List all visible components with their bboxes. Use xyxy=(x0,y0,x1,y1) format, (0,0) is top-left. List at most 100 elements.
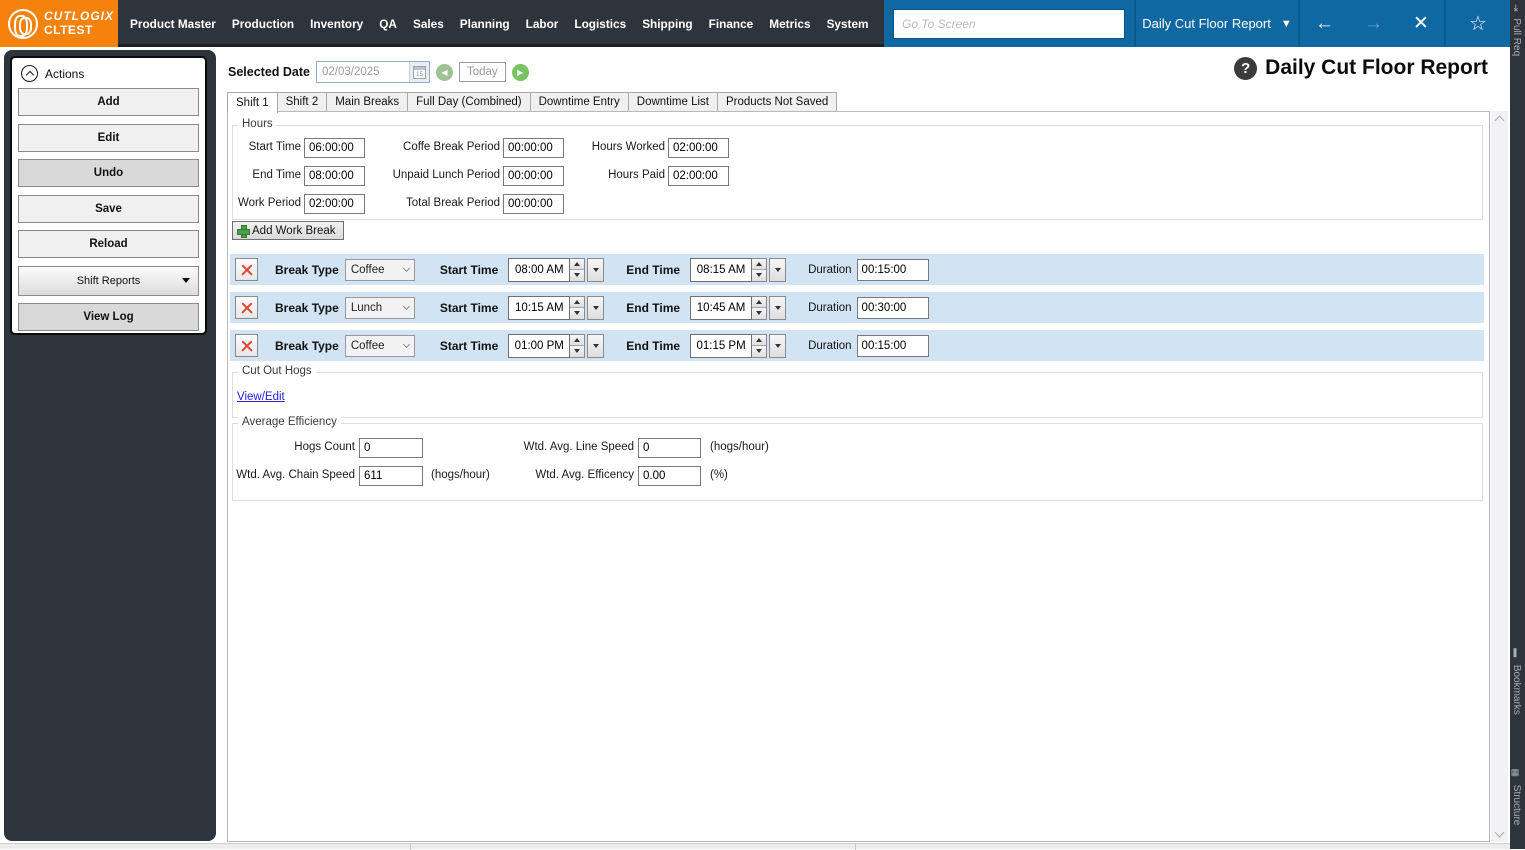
calendar-button[interactable]: 15 xyxy=(409,62,429,82)
time-dropdown-button[interactable] xyxy=(587,258,604,282)
save-button[interactable]: Save xyxy=(18,195,199,223)
add-work-break-button[interactable]: Add Work Break xyxy=(232,221,344,240)
chain-speed-input[interactable] xyxy=(359,466,423,486)
menu-production[interactable]: Production xyxy=(224,17,302,31)
break-end-input[interactable] xyxy=(690,296,752,320)
menu-metrics[interactable]: Metrics xyxy=(761,17,818,31)
hours-paid-input[interactable] xyxy=(668,166,729,186)
spinner-up-icon[interactable] xyxy=(570,297,584,308)
time-dropdown-button[interactable] xyxy=(769,334,786,358)
hogs-count-input[interactable] xyxy=(359,438,423,458)
tab-downtime-entry[interactable]: Downtime Entry xyxy=(531,92,629,112)
edit-button[interactable]: Edit xyxy=(18,124,199,152)
favorite-star-icon[interactable]: ☆ xyxy=(1469,11,1487,36)
menu-product-master[interactable]: Product Master xyxy=(122,17,224,31)
break-type-value: Lunch xyxy=(351,302,382,314)
rail-structure-label: Structure xyxy=(1511,785,1522,826)
vertical-scrollbar[interactable] xyxy=(1491,111,1508,842)
previous-day-button[interactable]: ◀ xyxy=(436,64,453,81)
break-start-input[interactable] xyxy=(508,296,570,320)
app-logo[interactable]: CUTLOGIX CLTEST xyxy=(0,0,118,47)
hours-worked-input[interactable] xyxy=(668,138,729,158)
spinner-down-icon[interactable] xyxy=(570,269,584,281)
duration-input[interactable] xyxy=(857,335,929,357)
break-end-input[interactable] xyxy=(690,258,752,282)
break-type-select[interactable]: Coffee xyxy=(345,259,415,281)
time-dropdown-button[interactable] xyxy=(769,296,786,320)
line-speed-input[interactable] xyxy=(638,438,701,458)
menu-finance[interactable]: Finance xyxy=(701,17,762,31)
break-start-input[interactable] xyxy=(508,258,570,282)
collapse-panel-icon[interactable] xyxy=(21,65,38,82)
go-to-screen-input[interactable] xyxy=(893,9,1125,39)
tab-shift-2[interactable]: Shift 2 xyxy=(278,92,328,112)
spinner-up-icon[interactable] xyxy=(752,335,766,346)
average-efficiency-legend: Average Efficiency xyxy=(238,416,341,428)
menu-planning[interactable]: Planning xyxy=(452,17,518,31)
break-end-input[interactable] xyxy=(690,334,752,358)
menu-logistics[interactable]: Logistics xyxy=(566,17,634,31)
tab-shift-1[interactable]: Shift 1 xyxy=(227,92,278,113)
work-period-input[interactable] xyxy=(304,194,365,214)
end-time-input[interactable] xyxy=(304,166,365,186)
duration-input[interactable] xyxy=(857,297,929,319)
help-icon[interactable]: ? xyxy=(1234,57,1257,80)
scroll-down-icon[interactable] xyxy=(1495,828,1505,838)
rail-bookmarks[interactable]: ❚ Bookmarks xyxy=(1511,648,1522,715)
rail-structure[interactable]: ▦ Structure xyxy=(1511,768,1522,825)
menu-sales[interactable]: Sales xyxy=(405,17,452,31)
spinner-up-icon[interactable] xyxy=(570,335,584,346)
break-type-select[interactable]: Coffee xyxy=(345,335,415,357)
menu-labor[interactable]: Labor xyxy=(518,17,567,31)
delete-break-icon[interactable] xyxy=(235,334,258,357)
back-icon[interactable]: ← xyxy=(1315,14,1334,33)
spinner-up-icon[interactable] xyxy=(752,297,766,308)
menu-qa[interactable]: QA xyxy=(371,17,405,31)
actions-panel: Actions Add Edit Undo Save Reload Shift … xyxy=(10,56,207,335)
reload-button[interactable]: Reload xyxy=(18,230,199,258)
shift-reports-dropdown[interactable]: Shift Reports xyxy=(18,266,199,296)
spinner-up-icon[interactable] xyxy=(752,259,766,270)
next-day-button[interactable]: ▶ xyxy=(512,64,529,81)
break-start-input[interactable] xyxy=(508,334,570,358)
tab-full-day-combined[interactable]: Full Day (Combined) xyxy=(408,92,530,112)
status-divider xyxy=(410,844,411,850)
spinner-down-icon[interactable] xyxy=(752,345,766,357)
delete-break-icon[interactable] xyxy=(235,296,258,319)
forward-icon[interactable]: → xyxy=(1364,14,1383,33)
menu-inventory[interactable]: Inventory xyxy=(302,17,371,31)
time-dropdown-button[interactable] xyxy=(587,296,604,320)
time-dropdown-button[interactable] xyxy=(769,258,786,282)
menu-shipping[interactable]: Shipping xyxy=(634,17,700,31)
add-button[interactable]: Add xyxy=(18,88,199,116)
unpaid-lunch-input[interactable] xyxy=(503,166,564,186)
coffee-break-input[interactable] xyxy=(503,138,564,158)
delete-break-icon[interactable] xyxy=(235,258,258,281)
tab-downtime-list[interactable]: Downtime List xyxy=(629,92,718,112)
screen-selector-dropdown[interactable]: Daily Cut Floor Report ▼ xyxy=(1134,0,1298,47)
scroll-up-icon[interactable] xyxy=(1495,116,1505,126)
view-log-button[interactable]: View Log xyxy=(18,303,199,331)
start-time-input[interactable] xyxy=(304,138,365,158)
menu-system[interactable]: System xyxy=(819,17,877,31)
right-tool-rail: ⇥ Pull Req ❚ Bookmarks ▦ Structure xyxy=(1510,0,1525,849)
tab-main-breaks[interactable]: Main Breaks xyxy=(327,92,408,112)
duration-input[interactable] xyxy=(857,259,929,281)
view-edit-link[interactable]: View/Edit xyxy=(237,391,285,403)
total-break-input[interactable] xyxy=(503,194,564,214)
today-button[interactable]: Today xyxy=(459,62,506,82)
undo-button[interactable]: Undo xyxy=(18,159,199,187)
rail-pull-requests[interactable]: ⇥ Pull Req xyxy=(1511,4,1522,56)
tab-products-not-saved[interactable]: Products Not Saved xyxy=(718,92,837,112)
spinner-down-icon[interactable] xyxy=(752,269,766,281)
date-input[interactable] xyxy=(317,66,409,78)
spinner-up-icon[interactable] xyxy=(570,259,584,270)
chain-speed-label: Wtd. Avg. Chain Speed xyxy=(233,469,355,481)
close-icon[interactable]: ✕ xyxy=(1413,14,1429,33)
efficiency-input[interactable] xyxy=(638,466,701,486)
spinner-down-icon[interactable] xyxy=(570,345,584,357)
spinner-down-icon[interactable] xyxy=(570,307,584,319)
time-dropdown-button[interactable] xyxy=(587,334,604,358)
spinner-down-icon[interactable] xyxy=(752,307,766,319)
break-type-select[interactable]: Lunch xyxy=(345,297,415,319)
